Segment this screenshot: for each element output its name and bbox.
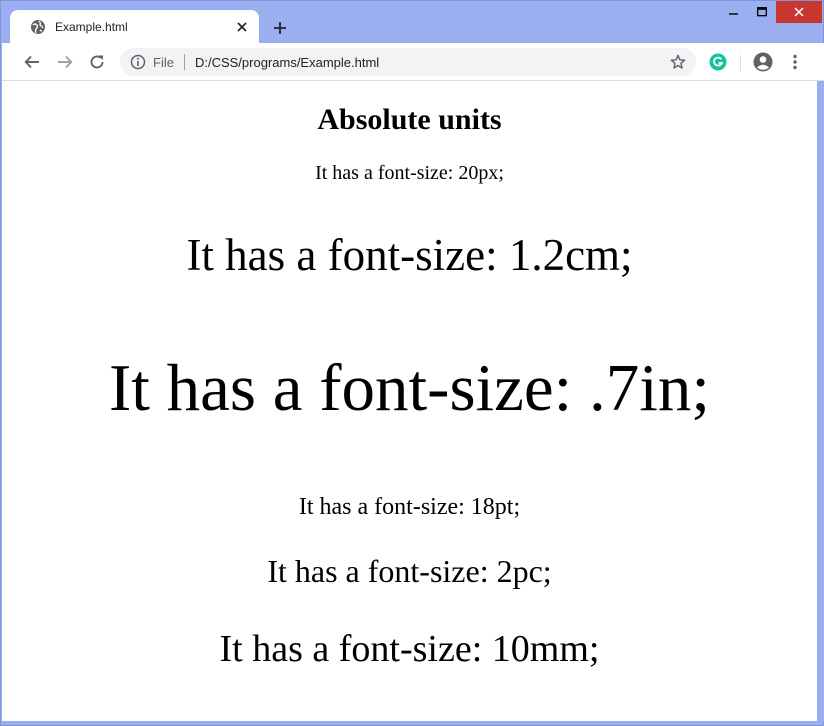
reload-icon [90, 55, 104, 69]
forward-arrow-icon [58, 55, 73, 69]
minimize-button[interactable] [720, 1, 748, 23]
back-button[interactable] [18, 48, 46, 76]
line-1-2cm: It has a font-size: 1.2cm; [186, 230, 633, 280]
maximize-icon [757, 7, 767, 17]
globe-icon [30, 19, 46, 35]
star-icon[interactable] [668, 52, 688, 72]
page-heading: Absolute units [317, 103, 502, 136]
page-viewport: Absolute units It has a font-size: 20px;… [2, 81, 817, 721]
address-separator [183, 54, 185, 70]
address-bar[interactable]: File D:/CSS/programs/Example.html [120, 48, 696, 76]
line-20px: It has a font-size: 20px; [315, 162, 504, 184]
scheme-label: File [153, 54, 174, 70]
close-icon [794, 7, 804, 17]
menu-dots-icon [793, 54, 797, 70]
minimize-icon [729, 13, 738, 15]
browser-window: Example.html File D:/CSS/programs/Exampl… [0, 0, 824, 726]
line-0-7in: It has a font-size: .7in; [109, 351, 710, 425]
browser-toolbar: File D:/CSS/programs/Example.html [2, 43, 824, 81]
plus-icon [274, 22, 286, 34]
line-2pc: It has a font-size: 2pc; [267, 553, 552, 589]
line-10mm: It has a font-size: 10mm; [219, 628, 600, 670]
line-18pt: It has a font-size: 18pt; [298, 494, 521, 520]
address-url[interactable]: D:/CSS/programs/Example.html [195, 55, 668, 70]
maximize-button[interactable] [748, 1, 776, 23]
new-tab-button[interactable] [267, 15, 293, 41]
grammarly-icon [709, 53, 727, 71]
tab-example[interactable]: Example.html [10, 10, 259, 43]
tab-title: Example.html [55, 19, 128, 34]
info-icon[interactable] [130, 54, 146, 70]
reload-button[interactable] [83, 48, 111, 76]
close-tab-icon[interactable] [230, 15, 254, 39]
menu-button[interactable] [781, 48, 809, 76]
close-window-button[interactable] [776, 1, 822, 23]
window-right-edge [817, 81, 824, 721]
profile-button[interactable] [749, 48, 777, 76]
forward-button[interactable] [51, 48, 79, 76]
profile-icon [753, 52, 773, 72]
tab-strip: Example.html [1, 1, 823, 43]
grammarly-button[interactable] [704, 48, 732, 76]
toolbar-divider [740, 55, 741, 71]
back-arrow-icon [24, 55, 39, 69]
